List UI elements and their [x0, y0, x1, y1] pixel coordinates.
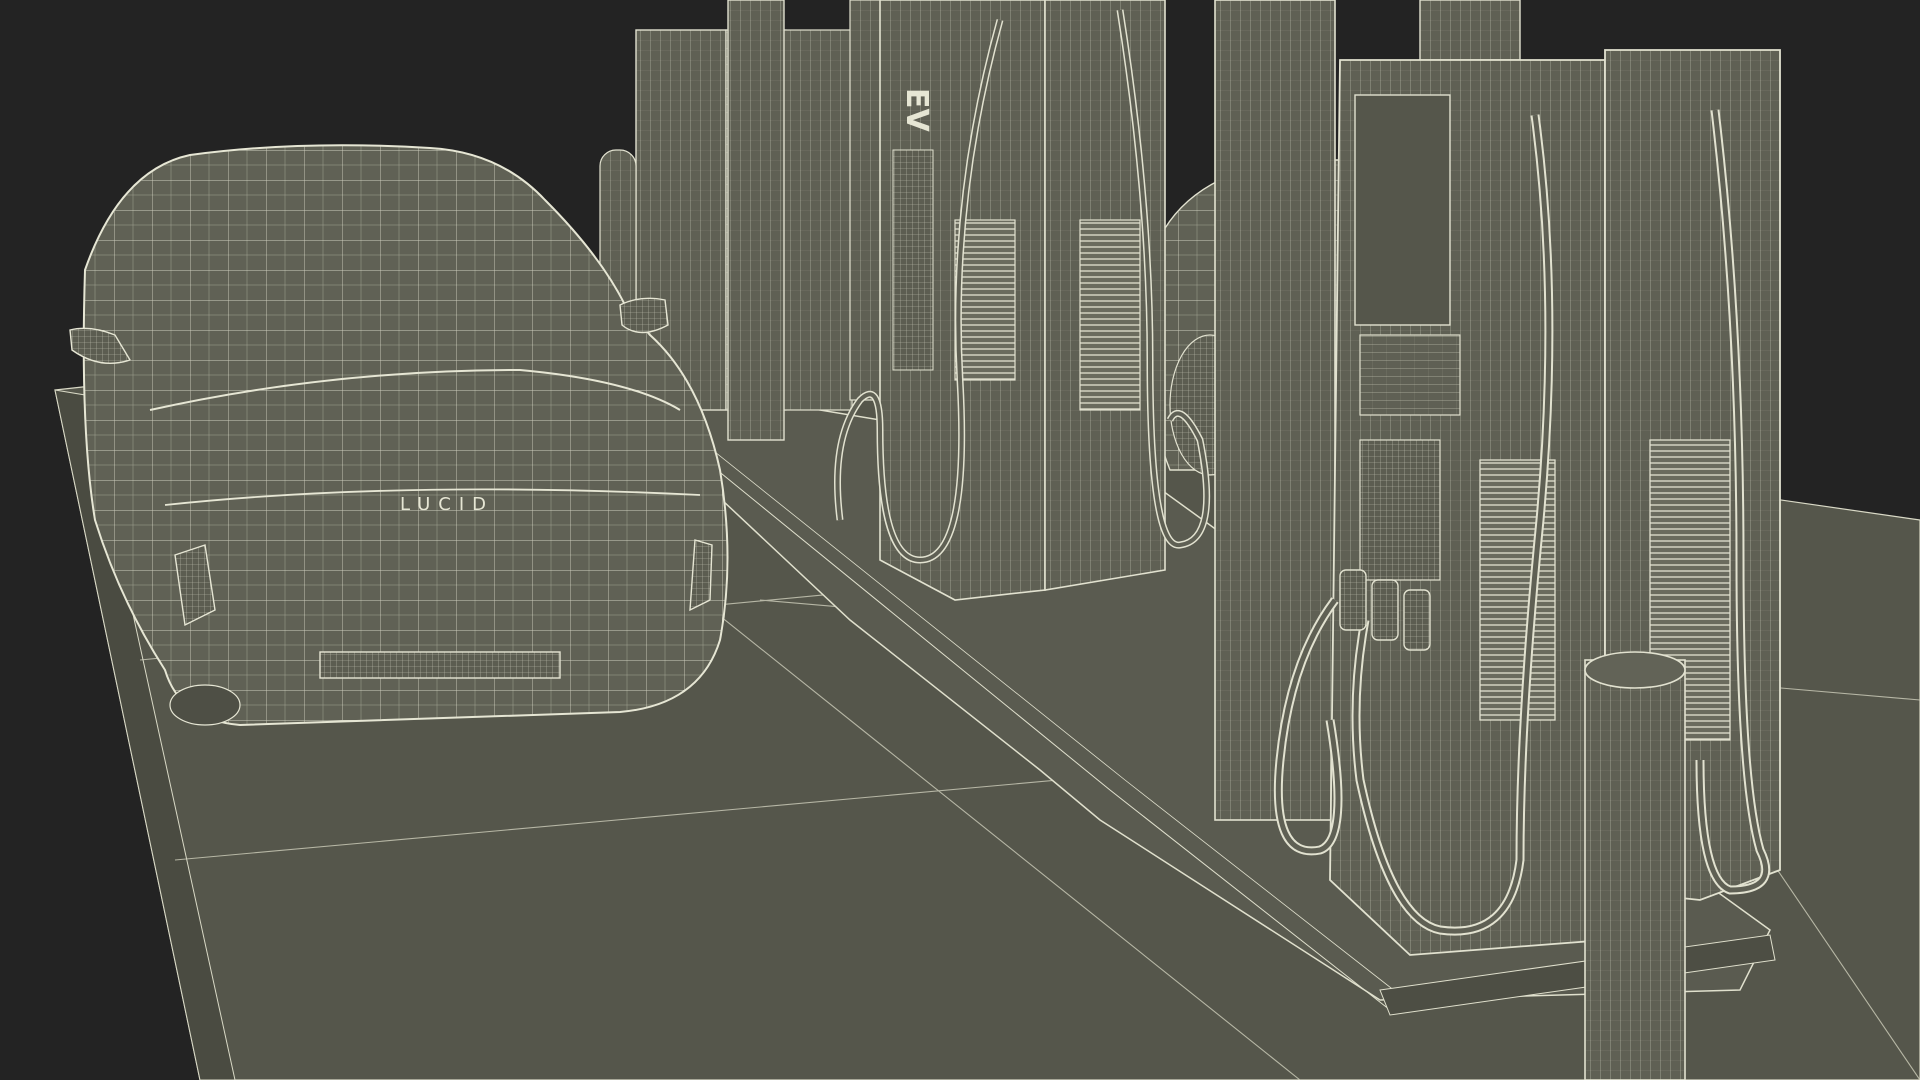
front-lower-grille: [319, 651, 561, 679]
car-brand-badge: LUCID: [400, 494, 494, 515]
front-wheel: [169, 684, 241, 726]
charger-ev-label: EV: [899, 88, 934, 132]
charger-screen-recess: [1354, 94, 1451, 326]
charger-vent-grille: [1079, 219, 1141, 411]
charger-display-panel: [892, 149, 934, 371]
canopy-support-pillar: [1214, 0, 1336, 821]
charger-display-panel: [1359, 439, 1441, 581]
front-bollard: [1584, 651, 1686, 1080]
wireframe-scene: EV LUCID: [54, 0, 1920, 1080]
side-mirror-right: [619, 297, 669, 334]
wireframe-render-viewport: EV LUCID: [0, 0, 1920, 1080]
